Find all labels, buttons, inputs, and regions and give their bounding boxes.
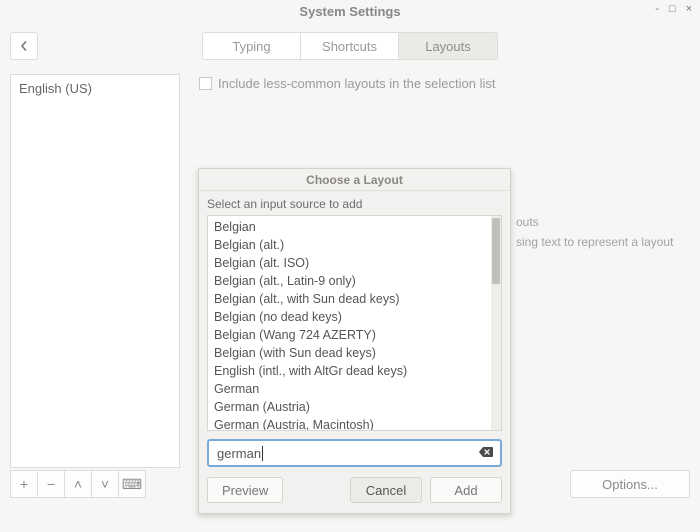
include-less-common-row: Include less-common layouts in the selec…: [199, 76, 495, 91]
tab-typing[interactable]: Typing: [203, 33, 301, 59]
layout-search-value: german: [217, 446, 261, 461]
list-item[interactable]: English (intl., with AltGr dead keys): [214, 362, 485, 380]
remove-layout-button[interactable]: −: [37, 470, 65, 498]
chevron-left-icon: [19, 41, 29, 51]
minimize-icon[interactable]: -: [655, 3, 659, 15]
options-button[interactable]: Options...: [570, 470, 690, 498]
move-down-button[interactable]: ˅: [91, 470, 119, 498]
add-layout-button[interactable]: +: [10, 470, 38, 498]
list-item[interactable]: German: [214, 380, 485, 398]
window-title: System Settings: [0, 4, 700, 19]
include-less-common-checkbox[interactable]: [199, 77, 212, 90]
back-button[interactable]: [10, 32, 38, 60]
hint-text: outs sing text to represent a layout: [516, 212, 673, 252]
keyboard-preview-button[interactable]: ⌨: [118, 470, 146, 498]
list-item[interactable]: Belgian (alt. ISO): [214, 254, 485, 272]
tabs: Typing Shortcuts Layouts: [202, 32, 498, 60]
text-caret: [262, 446, 263, 461]
list-item[interactable]: German (Austria): [214, 398, 485, 416]
cancel-button[interactable]: Cancel: [350, 477, 422, 503]
layouts-list-tools: + − ˄ ˅ ⌨: [10, 470, 145, 498]
maximize-icon[interactable]: □: [669, 3, 676, 15]
close-icon[interactable]: ×: [686, 3, 692, 15]
backspace-icon[interactable]: [478, 445, 494, 461]
list-item[interactable]: Belgian (Wang 724 AZERTY): [214, 326, 485, 344]
scrollbar-track[interactable]: [491, 216, 501, 430]
move-up-button[interactable]: ˄: [64, 470, 92, 498]
include-less-common-label: Include less-common layouts in the selec…: [218, 76, 495, 91]
dialog-subtitle: Select an input source to add: [199, 191, 510, 215]
choose-layout-dialog: Choose a Layout Select an input source t…: [198, 168, 511, 514]
list-item[interactable]: Belgian: [214, 218, 485, 236]
tab-shortcuts[interactable]: Shortcuts: [301, 33, 399, 59]
layout-choice-list[interactable]: Belgian Belgian (alt.) Belgian (alt. ISO…: [207, 215, 502, 431]
scrollbar-thumb[interactable]: [492, 218, 500, 284]
list-item[interactable]: Belgian (alt., Latin-9 only): [214, 272, 485, 290]
list-item[interactable]: Belgian (no dead keys): [214, 308, 485, 326]
layout-search-input[interactable]: german: [207, 439, 502, 467]
tab-layouts[interactable]: Layouts: [399, 33, 497, 59]
layouts-list[interactable]: English (US): [10, 74, 180, 468]
add-button[interactable]: Add: [430, 477, 502, 503]
list-item[interactable]: Belgian (with Sun dead keys): [214, 344, 485, 362]
preview-button[interactable]: Preview: [207, 477, 283, 503]
list-item[interactable]: German (Austria, Macintosh): [214, 416, 485, 431]
list-item[interactable]: Belgian (alt.): [214, 236, 485, 254]
list-item[interactable]: Belgian (alt., with Sun dead keys): [214, 290, 485, 308]
list-item[interactable]: English (US): [11, 75, 179, 102]
dialog-title: Choose a Layout: [199, 169, 510, 191]
